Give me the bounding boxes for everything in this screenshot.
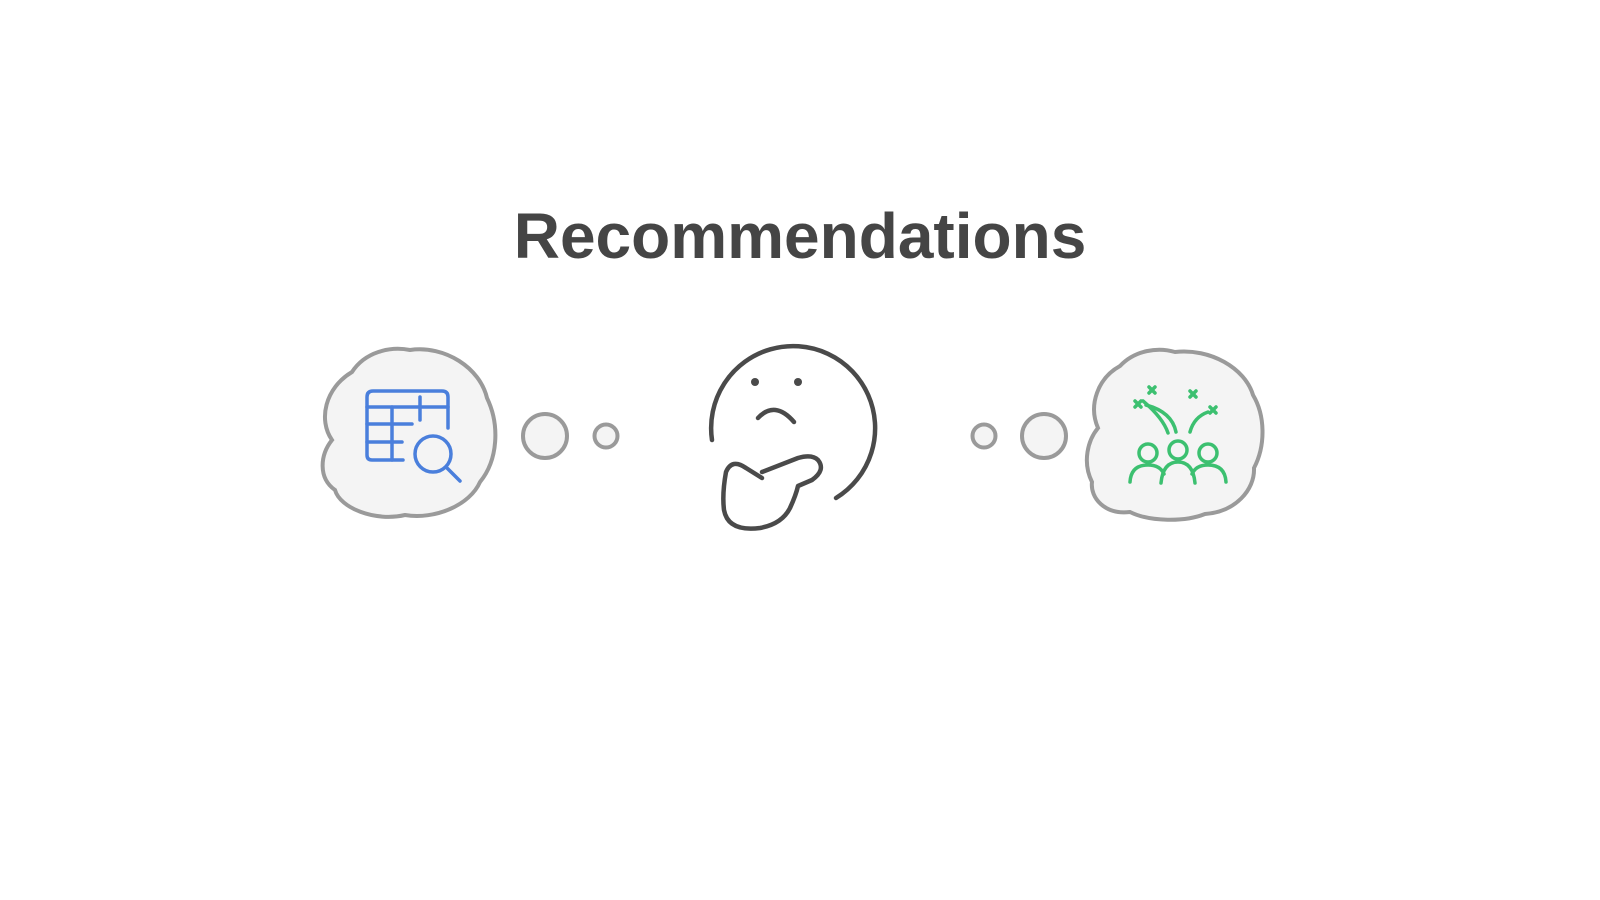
thinking-face-icon (708, 343, 878, 531)
right-cloud-shape (1084, 347, 1265, 522)
left-thought-cloud (320, 346, 498, 519)
frown-mouth (755, 407, 797, 425)
thinking-diagram (320, 343, 1265, 531)
left-cloud-shape (320, 346, 498, 519)
sparkle-1 (1133, 399, 1143, 409)
right-thought-cloud (1084, 347, 1265, 522)
sparkle-4 (1208, 405, 1218, 415)
right-bubble-large (1020, 412, 1068, 460)
right-eye (794, 378, 802, 386)
left-eye (751, 378, 759, 386)
diagram-page: Recommendations (0, 0, 1600, 900)
sparkle-2 (1147, 385, 1157, 395)
left-bubble-large (521, 412, 569, 460)
sparkle-3 (1188, 389, 1198, 399)
thinking-hand (721, 454, 824, 531)
right-bubble-small (970, 422, 998, 450)
left-bubble-small (592, 422, 620, 450)
